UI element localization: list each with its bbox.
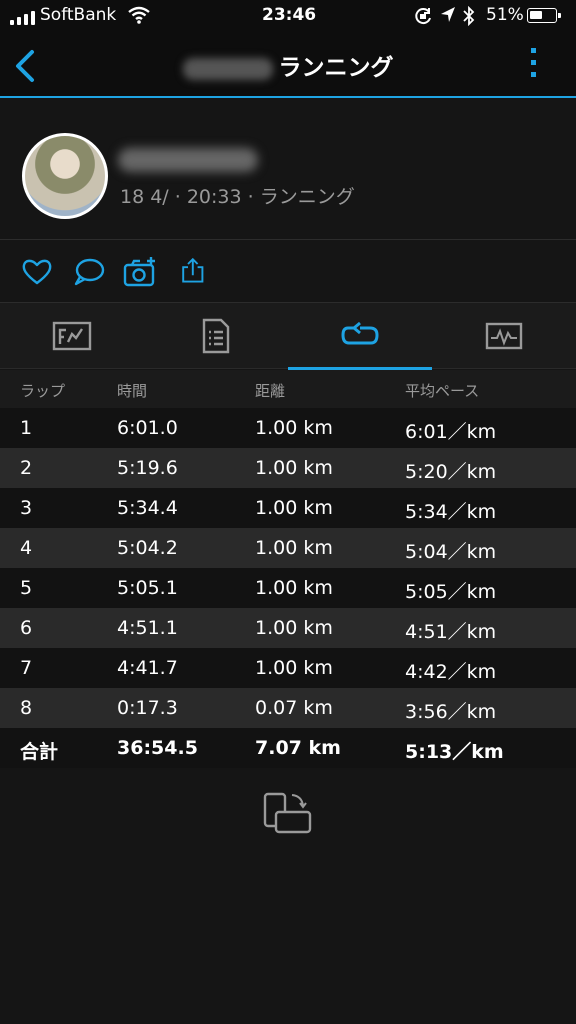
lap-number: 6 xyxy=(20,617,33,639)
lap-time: 5:19.6 xyxy=(117,457,178,479)
chart-icon xyxy=(485,322,523,350)
laps-icon xyxy=(341,321,379,345)
total-pace: 5:13／km xyxy=(405,741,504,763)
activity-header: 18 4/ · 20:33 · ランニング xyxy=(0,100,576,240)
lap-distance: 1.00 km xyxy=(255,577,333,599)
rotation-lock-icon xyxy=(415,8,431,25)
header-avg-pace: 平均ペース xyxy=(405,382,480,400)
avatar[interactable] xyxy=(22,133,108,219)
tab-bar xyxy=(0,303,576,370)
wifi-icon xyxy=(128,6,150,24)
header-time: 時間 xyxy=(117,382,148,400)
lap-number: 2 xyxy=(20,457,33,479)
total-time: 36:54.5 xyxy=(117,737,198,759)
tab-charts[interactable] xyxy=(432,303,576,369)
lap-number: 1 xyxy=(20,417,33,439)
page-title: ランニング xyxy=(0,48,576,82)
table-header: ラップ 時間 距離 平均ペース xyxy=(0,370,576,408)
summary-icon xyxy=(52,321,92,351)
bluetooth-icon xyxy=(463,6,475,26)
nav-bar: ランニング xyxy=(0,32,576,98)
tab-details[interactable] xyxy=(144,303,288,369)
header-lap: ラップ xyxy=(20,382,66,400)
lap-number: 4 xyxy=(20,537,33,559)
lap-distance: 1.00 km xyxy=(255,657,333,679)
lap-pace: 5:05／km xyxy=(405,581,497,603)
carrier-name: SoftBank xyxy=(40,5,117,25)
status-bar: SoftBank 23:46 51% xyxy=(0,0,576,32)
lap-distance: 1.00 km xyxy=(255,617,333,639)
tab-summary[interactable] xyxy=(0,303,144,369)
rotate-screen-button[interactable] xyxy=(262,790,314,838)
total-label: 合計 xyxy=(20,741,59,763)
lap-time: 6:01.0 xyxy=(117,417,178,439)
lap-time: 0:17.3 xyxy=(117,697,178,719)
lap-time: 4:41.7 xyxy=(117,657,178,679)
table-row[interactable]: 4 5:04.2 1.00 km 5:04／km xyxy=(0,528,576,568)
lap-distance: 1.00 km xyxy=(255,537,333,559)
lap-time: 5:04.2 xyxy=(117,537,178,559)
lap-number: 8 xyxy=(20,697,33,719)
page-title-text: ランニング xyxy=(278,55,394,81)
lap-distance: 1.00 km xyxy=(255,417,333,439)
lap-time: 4:51.1 xyxy=(117,617,178,639)
header-distance: 距離 xyxy=(255,382,286,400)
lap-number: 5 xyxy=(20,577,33,599)
table-row[interactable]: 1 6:01.0 1.00 km 6:01／km xyxy=(0,408,576,448)
battery-percent: 51% xyxy=(486,5,524,25)
lap-pace: 4:51／km xyxy=(405,621,497,643)
more-options-button[interactable] xyxy=(526,48,540,84)
lap-pace: 3:56／km xyxy=(405,701,497,723)
table-row[interactable]: 3 5:34.4 1.00 km 5:34／km xyxy=(0,488,576,528)
lap-pace: 5:34／km xyxy=(405,501,497,523)
lap-pace: 5:04／km xyxy=(405,541,497,563)
lap-number: 7 xyxy=(20,657,33,679)
lap-distance: 0.07 km xyxy=(255,697,333,719)
table-row[interactable]: 8 0:17.3 0.07 km 3:56／km xyxy=(0,688,576,728)
lap-pace: 4:42／km xyxy=(405,661,497,683)
lap-time: 5:05.1 xyxy=(117,577,178,599)
table-total-row: 合計 36:54.5 7.07 km 5:13／km xyxy=(0,728,576,768)
table-row[interactable]: 5 5:05.1 1.00 km 5:05／km xyxy=(0,568,576,608)
action-bar xyxy=(0,241,576,303)
add-photo-icon[interactable] xyxy=(123,256,157,288)
lap-pace: 6:01／km xyxy=(405,421,497,443)
like-icon[interactable] xyxy=(20,256,54,288)
share-icon[interactable] xyxy=(176,256,210,288)
redacted-name xyxy=(182,57,273,80)
status-time: 23:46 xyxy=(262,5,317,25)
lap-distance: 1.00 km xyxy=(255,497,333,519)
tab-laps[interactable] xyxy=(288,303,432,370)
lap-distance: 1.00 km xyxy=(255,457,333,479)
lap-number: 3 xyxy=(20,497,33,519)
lap-pace: 5:20／km xyxy=(405,461,497,483)
activity-meta: 18 4/ · 20:33 · ランニング xyxy=(120,186,355,208)
redacted-user-name xyxy=(118,148,258,172)
table-row[interactable]: 6 4:51.1 1.00 km 4:51／km xyxy=(0,608,576,648)
laps-table: ラップ 時間 距離 平均ペース 1 6:01.0 1.00 km 6:01／km 2 5:… xyxy=(0,370,576,768)
total-distance: 7.07 km xyxy=(255,737,341,759)
battery-icon xyxy=(527,8,561,23)
signal-icon xyxy=(10,11,35,25)
lap-time: 5:34.4 xyxy=(117,497,178,519)
details-icon xyxy=(202,318,230,354)
table-row[interactable]: 2 5:19.6 1.00 km 5:20／km xyxy=(0,448,576,488)
location-icon xyxy=(441,7,455,22)
table-row[interactable]: 7 4:41.7 1.00 km 4:42／km xyxy=(0,648,576,688)
comment-icon[interactable] xyxy=(72,256,106,288)
